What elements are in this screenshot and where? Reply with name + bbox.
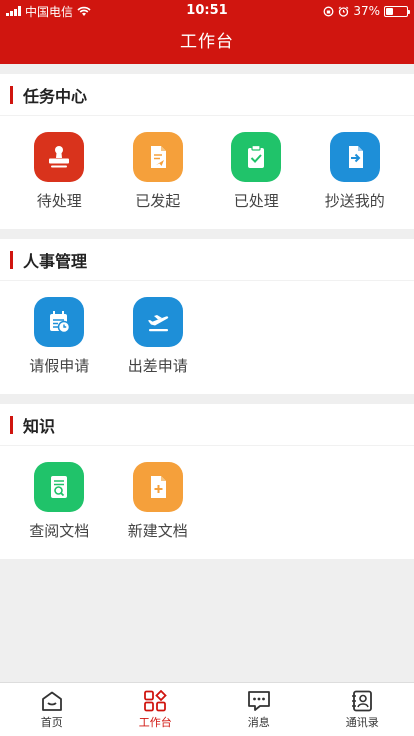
home-icon: [41, 691, 62, 711]
document-send-icon: [132, 132, 183, 182]
section-accent-bar: [10, 250, 13, 269]
tile-processed[interactable]: 已处理: [207, 132, 306, 211]
section-accent-bar: [10, 415, 13, 434]
tile-view-docs[interactable]: 查阅文档: [10, 462, 109, 541]
tile-label: 抄送我的: [324, 192, 385, 210]
message-icon: [247, 690, 270, 711]
status-bar: 中国电信 10:51 37%: [0, 0, 414, 22]
tile-label: 待处理: [36, 192, 82, 210]
airplane-icon: [132, 297, 183, 347]
tile-label: 已处理: [233, 192, 279, 210]
page-title: 工作台: [180, 32, 234, 52]
tab-label: 首页: [40, 715, 63, 729]
calendar-clock-icon: [34, 297, 85, 347]
file-forward-icon: [329, 132, 380, 182]
tile-new-doc[interactable]: 新建文档: [109, 462, 208, 541]
tab-workbench[interactable]: 工作台: [104, 683, 208, 736]
section-accent-bar: [10, 85, 13, 104]
tab-label: 通讯录: [345, 715, 379, 729]
tile-label: 请假申请: [29, 357, 90, 375]
tab-contacts[interactable]: 通讯录: [311, 683, 414, 736]
section-title: 知识: [23, 416, 56, 436]
document-add-icon: [132, 462, 183, 512]
bottom-tab-bar: 首页 工作台 消息 通讯录: [0, 682, 414, 736]
tab-messages[interactable]: 消息: [207, 683, 311, 736]
tile-pending[interactable]: 待处理: [10, 132, 109, 211]
tab-label: 消息: [247, 715, 270, 729]
status-time: 10:51: [186, 3, 228, 18]
app-screen: 中国电信 10:51 37% 工作台 任务中心 待处理 已发起 已处理 抄送我的…: [0, 0, 414, 736]
contacts-icon: [352, 690, 373, 711]
tab-home[interactable]: 首页: [0, 683, 104, 736]
tile-business-trip[interactable]: 出差申请: [109, 297, 208, 376]
tab-label: 工作台: [138, 715, 172, 729]
workbench-icon: [144, 689, 168, 711]
section-hr: 人事管理 请假申请 出差申请: [0, 239, 414, 394]
top-header: 中国电信 10:51 37% 工作台: [0, 0, 414, 64]
tile-label: 新建文档: [127, 522, 188, 540]
section-knowledge: 知识 查阅文档 新建文档: [0, 404, 414, 559]
tile-cc-me[interactable]: 抄送我的: [306, 132, 405, 211]
tile-initiated[interactable]: 已发起: [109, 132, 208, 211]
tile-leave-request[interactable]: 请假申请: [10, 297, 109, 376]
tile-label: 已发起: [135, 192, 181, 210]
section-title: 人事管理: [23, 251, 88, 271]
tile-label: 查阅文档: [29, 522, 90, 540]
clipboard-check-icon: [231, 132, 282, 182]
section-task-center: 任务中心 待处理 已发起 已处理 抄送我的: [0, 74, 414, 229]
battery-icon: [384, 5, 410, 17]
tile-label: 出差申请: [127, 357, 188, 375]
stamp-icon: [34, 132, 85, 182]
section-title: 任务中心: [23, 86, 88, 106]
document-search-icon: [34, 462, 85, 512]
